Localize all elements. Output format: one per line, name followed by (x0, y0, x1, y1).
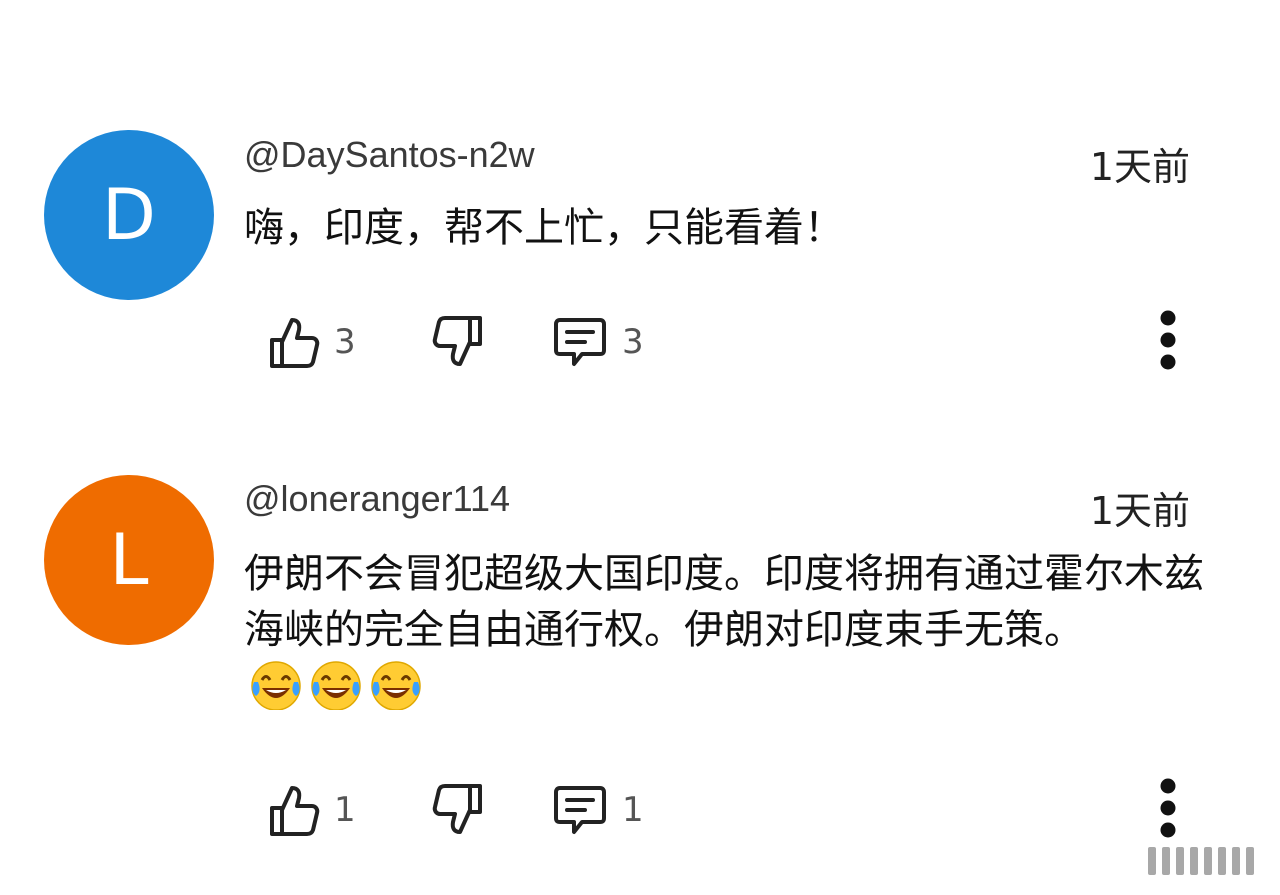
reply-count: 3 (622, 322, 644, 362)
thumbs-up-icon (268, 782, 320, 838)
dislike-button[interactable] (432, 312, 484, 372)
like-count: 1 (334, 790, 356, 830)
like-button[interactable]: 3 (268, 312, 356, 372)
reply-button[interactable]: 3 (552, 312, 644, 372)
comment-icon (552, 784, 608, 836)
comment-author[interactable]: @loneranger114 (244, 478, 510, 520)
reply-button[interactable]: 1 (552, 780, 644, 840)
watermark (1148, 847, 1254, 875)
comment-actions: 3 3 (268, 310, 1198, 372)
avatar[interactable]: L (44, 475, 214, 645)
thumbs-up-icon (268, 314, 320, 370)
like-count: 3 (334, 322, 356, 362)
more-vertical-icon (1160, 778, 1176, 838)
comment-text-body: 伊朗不会冒犯超级大国印度。印度将拥有通过霍尔木兹海峡的完全自由通行权。伊朗对印度… (244, 551, 1204, 653)
avatar[interactable]: D (44, 130, 214, 300)
face-with-tears-of-joy-icon (246, 658, 426, 725)
comment-text: 伊朗不会冒犯超级大国印度。印度将拥有通过霍尔木兹海峡的完全自由通行权。伊朗对印度… (244, 546, 1204, 725)
more-options-button[interactable] (1138, 304, 1198, 380)
comment-text: 嗨，印度，帮不上忙，只能看着！ (244, 205, 844, 251)
dislike-button[interactable] (432, 780, 484, 840)
thumbs-down-icon (432, 782, 484, 838)
more-vertical-icon (1160, 310, 1176, 370)
comment-time: 1天前 (1089, 489, 1190, 533)
comment-author[interactable]: @DaySantos-n2w (244, 134, 535, 176)
thumbs-down-icon (432, 314, 484, 370)
comment-time: 1天前 (1089, 145, 1190, 189)
more-options-button[interactable] (1138, 772, 1198, 848)
reply-count: 1 (622, 790, 644, 830)
comment-actions: 1 1 (268, 778, 1198, 840)
like-button[interactable]: 1 (268, 780, 356, 840)
comment-icon (552, 316, 608, 368)
